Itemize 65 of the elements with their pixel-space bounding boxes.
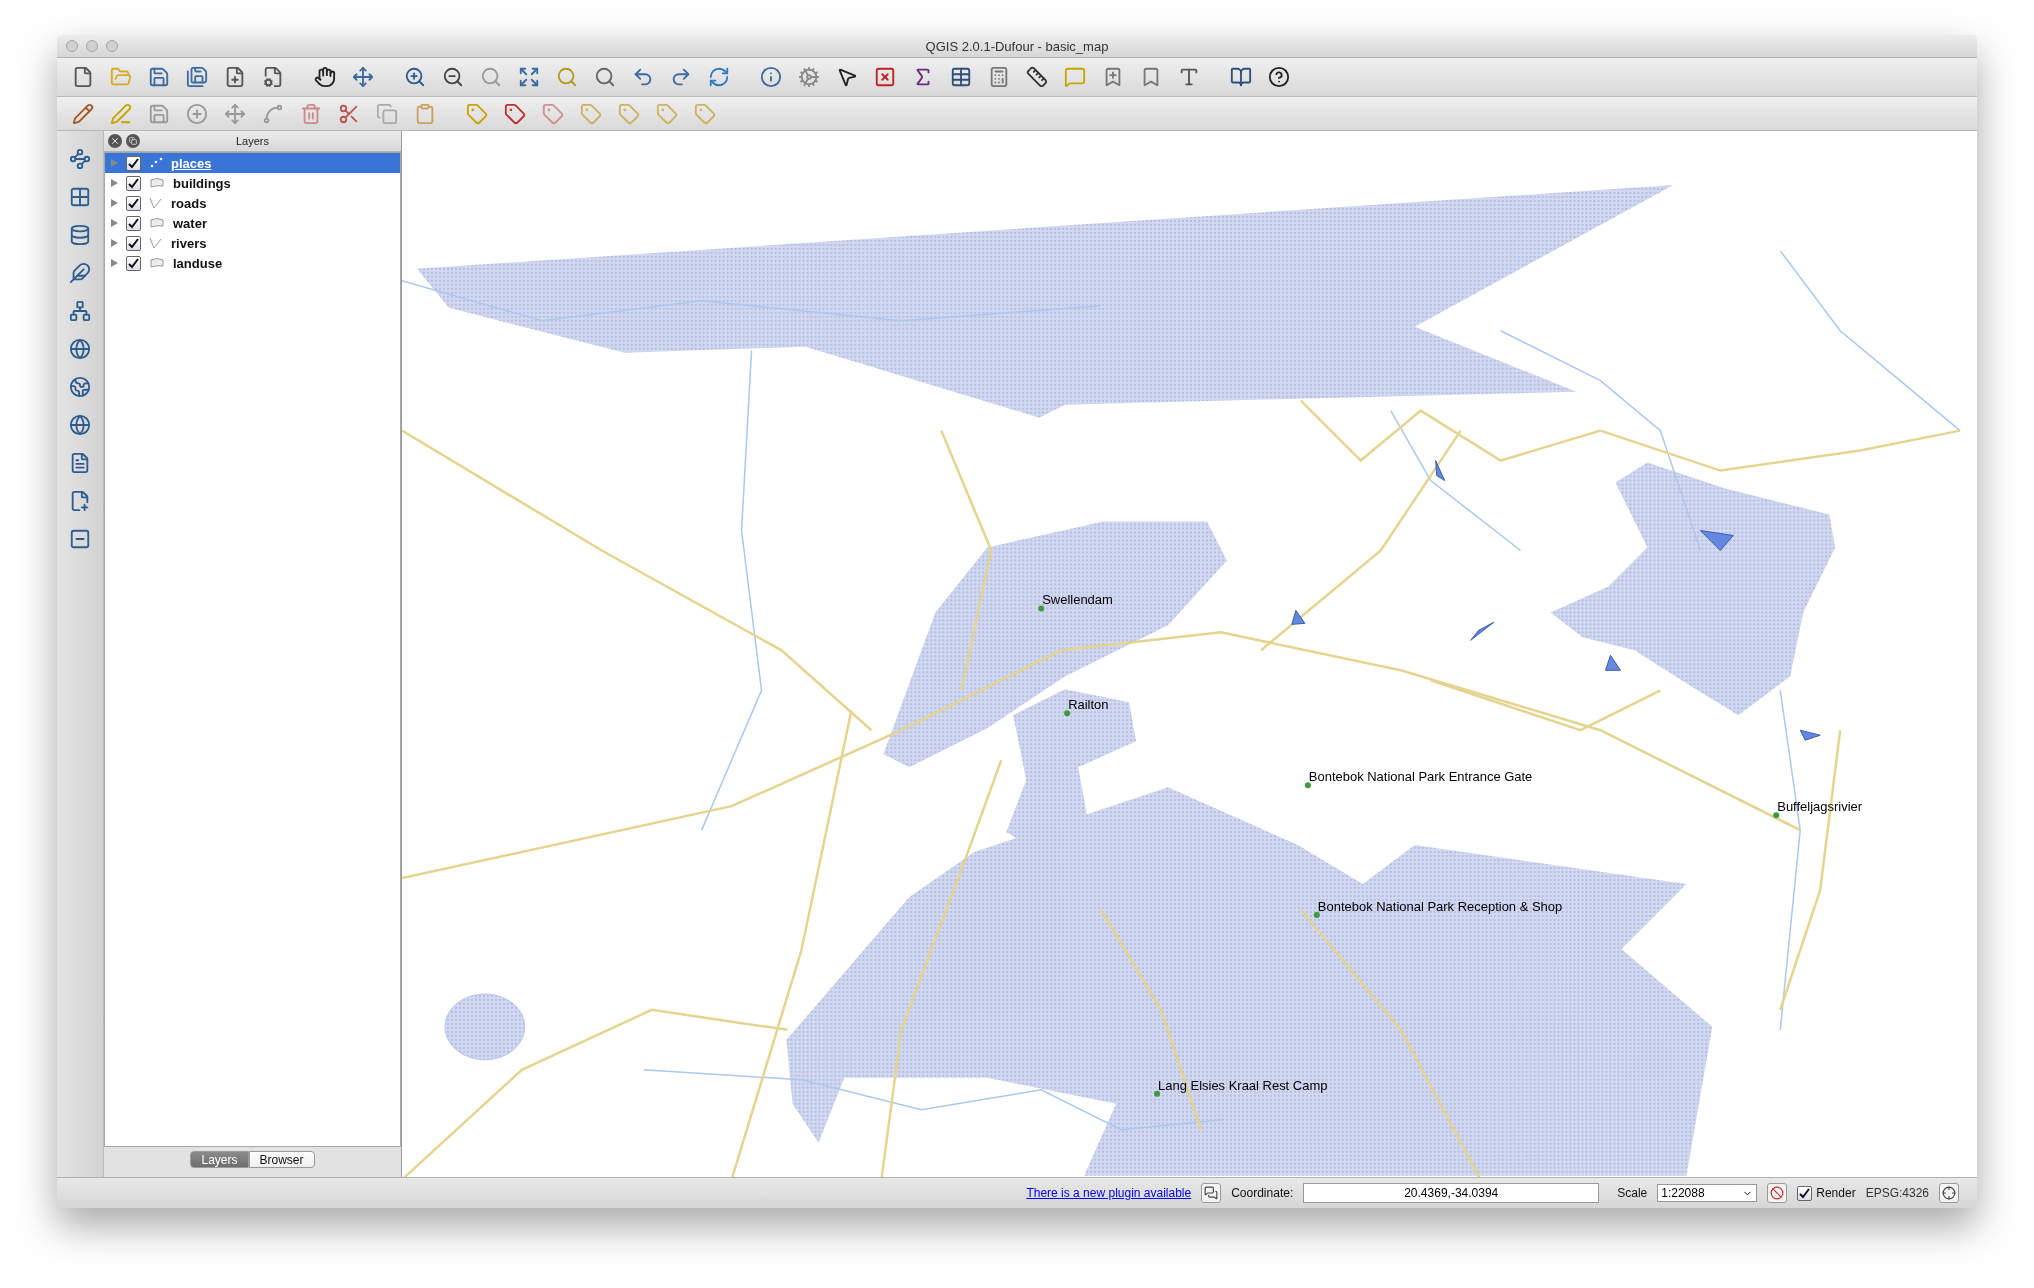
layer-checkbox[interactable] <box>126 155 141 171</box>
expand-arrow-icon[interactable] <box>111 179 118 187</box>
water-body <box>1470 621 1495 641</box>
layer-item[interactable]: roads <box>105 193 400 213</box>
layer-item[interactable]: buildings <box>105 173 400 193</box>
layer-checkbox[interactable] <box>126 235 141 251</box>
scale-combobox[interactable]: 1:22088 <box>1657 1184 1758 1202</box>
layer-item[interactable]: landuse <box>105 253 400 273</box>
layer-item[interactable]: rivers <box>105 233 400 253</box>
expand-arrow-icon[interactable] <box>111 239 118 247</box>
place-point <box>1154 1090 1161 1097</box>
render-checkbox[interactable] <box>1797 1185 1813 1201</box>
water-body <box>1604 654 1621 671</box>
water-body <box>1699 530 1734 551</box>
polygon-layer-icon <box>149 177 165 189</box>
expand-arrow-icon[interactable] <box>111 219 118 227</box>
expand-arrow-icon[interactable] <box>111 259 118 267</box>
place-label: Swellendam <box>1042 592 1113 608</box>
polygon-layer-icon <box>149 217 165 229</box>
coordinate-field[interactable]: 20.4369,-34.0394 <box>1303 1183 1600 1203</box>
place-point <box>1313 912 1320 918</box>
layer-name: roads <box>171 195 207 211</box>
layer-checkbox[interactable] <box>126 175 141 191</box>
plugin-link[interactable]: There is a new plugin available <box>1026 1186 1192 1200</box>
panel-tab[interactable]: Layers <box>190 1151 249 1168</box>
stop-render-icon[interactable] <box>1767 1183 1788 1203</box>
water-body <box>1799 729 1821 741</box>
crs-icon[interactable] <box>1939 1183 1959 1203</box>
line-layer-icon <box>149 237 163 249</box>
float-icon[interactable] <box>126 134 140 148</box>
polygon-layer-icon <box>149 257 165 269</box>
render-label: Render <box>1816 1186 1856 1200</box>
place-point <box>1773 812 1780 819</box>
panel-title: Layers <box>236 135 269 147</box>
place-label: Buffeljagsrivier <box>1777 799 1863 815</box>
layer-checkbox[interactable] <box>126 255 141 271</box>
layer-name: places <box>171 155 212 171</box>
close-icon[interactable] <box>108 134 122 148</box>
place-label: Bontebok National Park Entrance Gate <box>1308 769 1533 785</box>
water-body <box>1435 460 1446 482</box>
place-point <box>1038 605 1045 612</box>
place-point <box>1064 710 1071 717</box>
place-point <box>1304 782 1311 789</box>
expand-arrow-icon[interactable] <box>111 199 118 207</box>
layer-name: buildings <box>173 175 231 191</box>
point-layer-icon <box>149 157 163 169</box>
layer-checkbox[interactable] <box>126 215 141 231</box>
messages-icon[interactable] <box>1201 1183 1222 1203</box>
crs-label[interactable]: EPSG:4326 <box>1865 1186 1929 1200</box>
layer-item[interactable]: water <box>105 213 400 233</box>
layer-checkbox[interactable] <box>126 195 141 211</box>
layer-name: landuse <box>173 255 223 271</box>
layer-item[interactable]: places <box>105 153 400 173</box>
place-label: Bontebok National Park Reception & Shop <box>1317 899 1563 914</box>
scale-label: Scale <box>1617 1186 1648 1200</box>
water-body <box>1291 609 1306 625</box>
map-canvas[interactable]: Swellendam Railton Bontebok National Park Entrance Gate Buffeljagsrivier Bontebok National Park Reception & Shop Lang Elsies Kraal Rest Camp <box>402 131 1977 1177</box>
layer-name: water <box>173 215 207 231</box>
line-layer-icon <box>149 197 163 209</box>
coordinate-label: Coordinate: <box>1231 1186 1294 1200</box>
layer-name: rivers <box>171 235 207 251</box>
window-title: QGIS 2.0.1-Dufour - basic_map <box>925 38 1109 54</box>
panel-tab[interactable]: Browser <box>248 1151 315 1168</box>
place-label: Lang Elsies Kraal Rest Camp <box>1158 1077 1328 1093</box>
place-label: Railton <box>1068 697 1109 713</box>
